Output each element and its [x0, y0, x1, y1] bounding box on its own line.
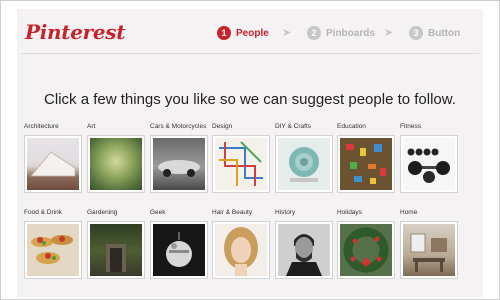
category-holidays[interactable]: Holidays — [337, 208, 395, 279]
step-number: 3 — [409, 26, 423, 40]
step-arrow-icon: ➤ — [282, 27, 292, 39]
category-gardening[interactable]: Gardening — [87, 208, 145, 279]
onboarding-panel: Pinterest 1 People ➤ 2 Pinboards ➤ 3 But… — [17, 9, 483, 297]
category-image[interactable] — [212, 221, 270, 279]
category-education[interactable]: Education — [337, 122, 395, 193]
category-label: Design — [212, 123, 233, 130]
category-label: Hair & Beauty — [212, 209, 253, 216]
step-people: 1 People — [217, 25, 269, 41]
category-image[interactable] — [400, 221, 458, 279]
step-number: 2 — [307, 26, 321, 40]
category-label: Gardening — [87, 209, 118, 216]
category-home[interactable]: Home — [400, 208, 458, 279]
category-image[interactable] — [400, 135, 458, 193]
step-label: Button — [428, 27, 461, 39]
step-arrow-icon: ➤ — [384, 27, 394, 39]
category-label: History — [275, 209, 296, 216]
category-label: Geek — [150, 209, 166, 216]
step-pinboards: 2 Pinboards — [307, 25, 375, 41]
category-image[interactable] — [87, 221, 145, 279]
category-hair-beauty[interactable]: Hair & Beauty — [212, 208, 270, 279]
page-headline: Click a few things you like so we can su… — [44, 91, 456, 108]
category-image[interactable] — [87, 135, 145, 193]
step-label: Pinboards — [326, 27, 375, 39]
category-image[interactable] — [150, 221, 208, 279]
category-label: Cars & Motorcycles — [150, 123, 207, 130]
header-divider — [21, 53, 479, 54]
step-button: 3 Button — [409, 25, 460, 41]
category-label: DIY & Crafts — [275, 123, 312, 130]
category-label: Education — [337, 123, 366, 130]
category-image[interactable] — [275, 135, 333, 193]
category-label: Art — [87, 123, 96, 130]
category-history[interactable]: History — [275, 208, 333, 279]
category-art[interactable]: Art — [87, 122, 145, 193]
category-image[interactable] — [212, 135, 270, 193]
pinterest-logo[interactable]: Pinterest — [25, 20, 126, 44]
category-cars-motorcycles[interactable]: Cars & Motorcycles — [150, 122, 208, 193]
category-image[interactable] — [150, 135, 208, 193]
header: Pinterest 1 People ➤ 2 Pinboards ➤ 3 But… — [17, 9, 483, 53]
category-diy-crafts[interactable]: DIY & Crafts — [275, 122, 333, 193]
category-image[interactable] — [337, 135, 395, 193]
category-fitness[interactable]: Fitness — [400, 122, 458, 193]
category-label: Home — [400, 209, 418, 216]
category-label: Food & Drink — [24, 209, 62, 216]
category-label: Holidays — [337, 209, 362, 216]
category-design[interactable]: Design — [212, 122, 270, 193]
category-geek[interactable]: Geek — [150, 208, 208, 279]
step-label: People — [236, 27, 269, 39]
category-label: Fitness — [400, 123, 421, 130]
category-architecture[interactable]: Architecture — [24, 122, 82, 193]
page-frame: Pinterest 1 People ➤ 2 Pinboards ➤ 3 But… — [0, 0, 500, 300]
category-image[interactable] — [24, 221, 82, 279]
category-image[interactable] — [275, 221, 333, 279]
category-image[interactable] — [24, 135, 82, 193]
category-food-drink[interactable]: Food & Drink — [24, 208, 82, 279]
category-image[interactable] — [337, 221, 395, 279]
category-label: Architecture — [24, 123, 59, 130]
step-number: 1 — [217, 26, 231, 40]
